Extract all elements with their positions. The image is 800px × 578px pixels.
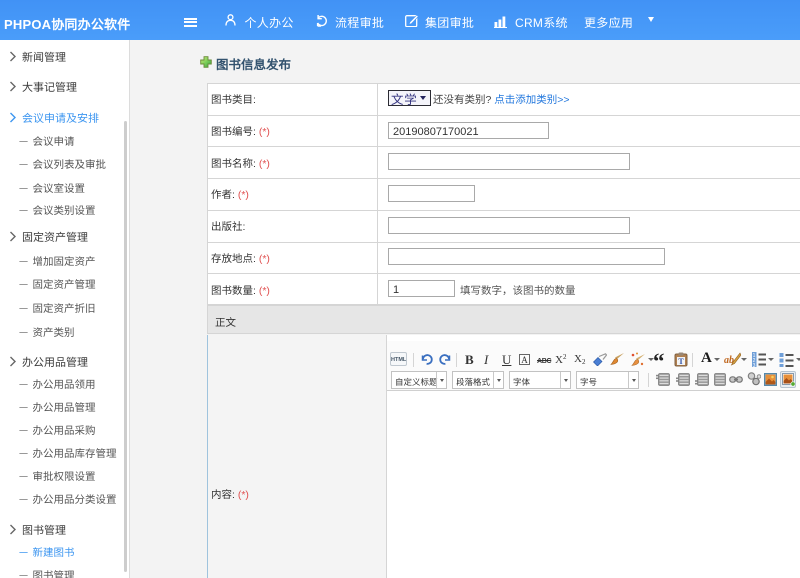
svg-text:T: T [678,357,684,366]
svg-text:3: 3 [753,362,756,367]
